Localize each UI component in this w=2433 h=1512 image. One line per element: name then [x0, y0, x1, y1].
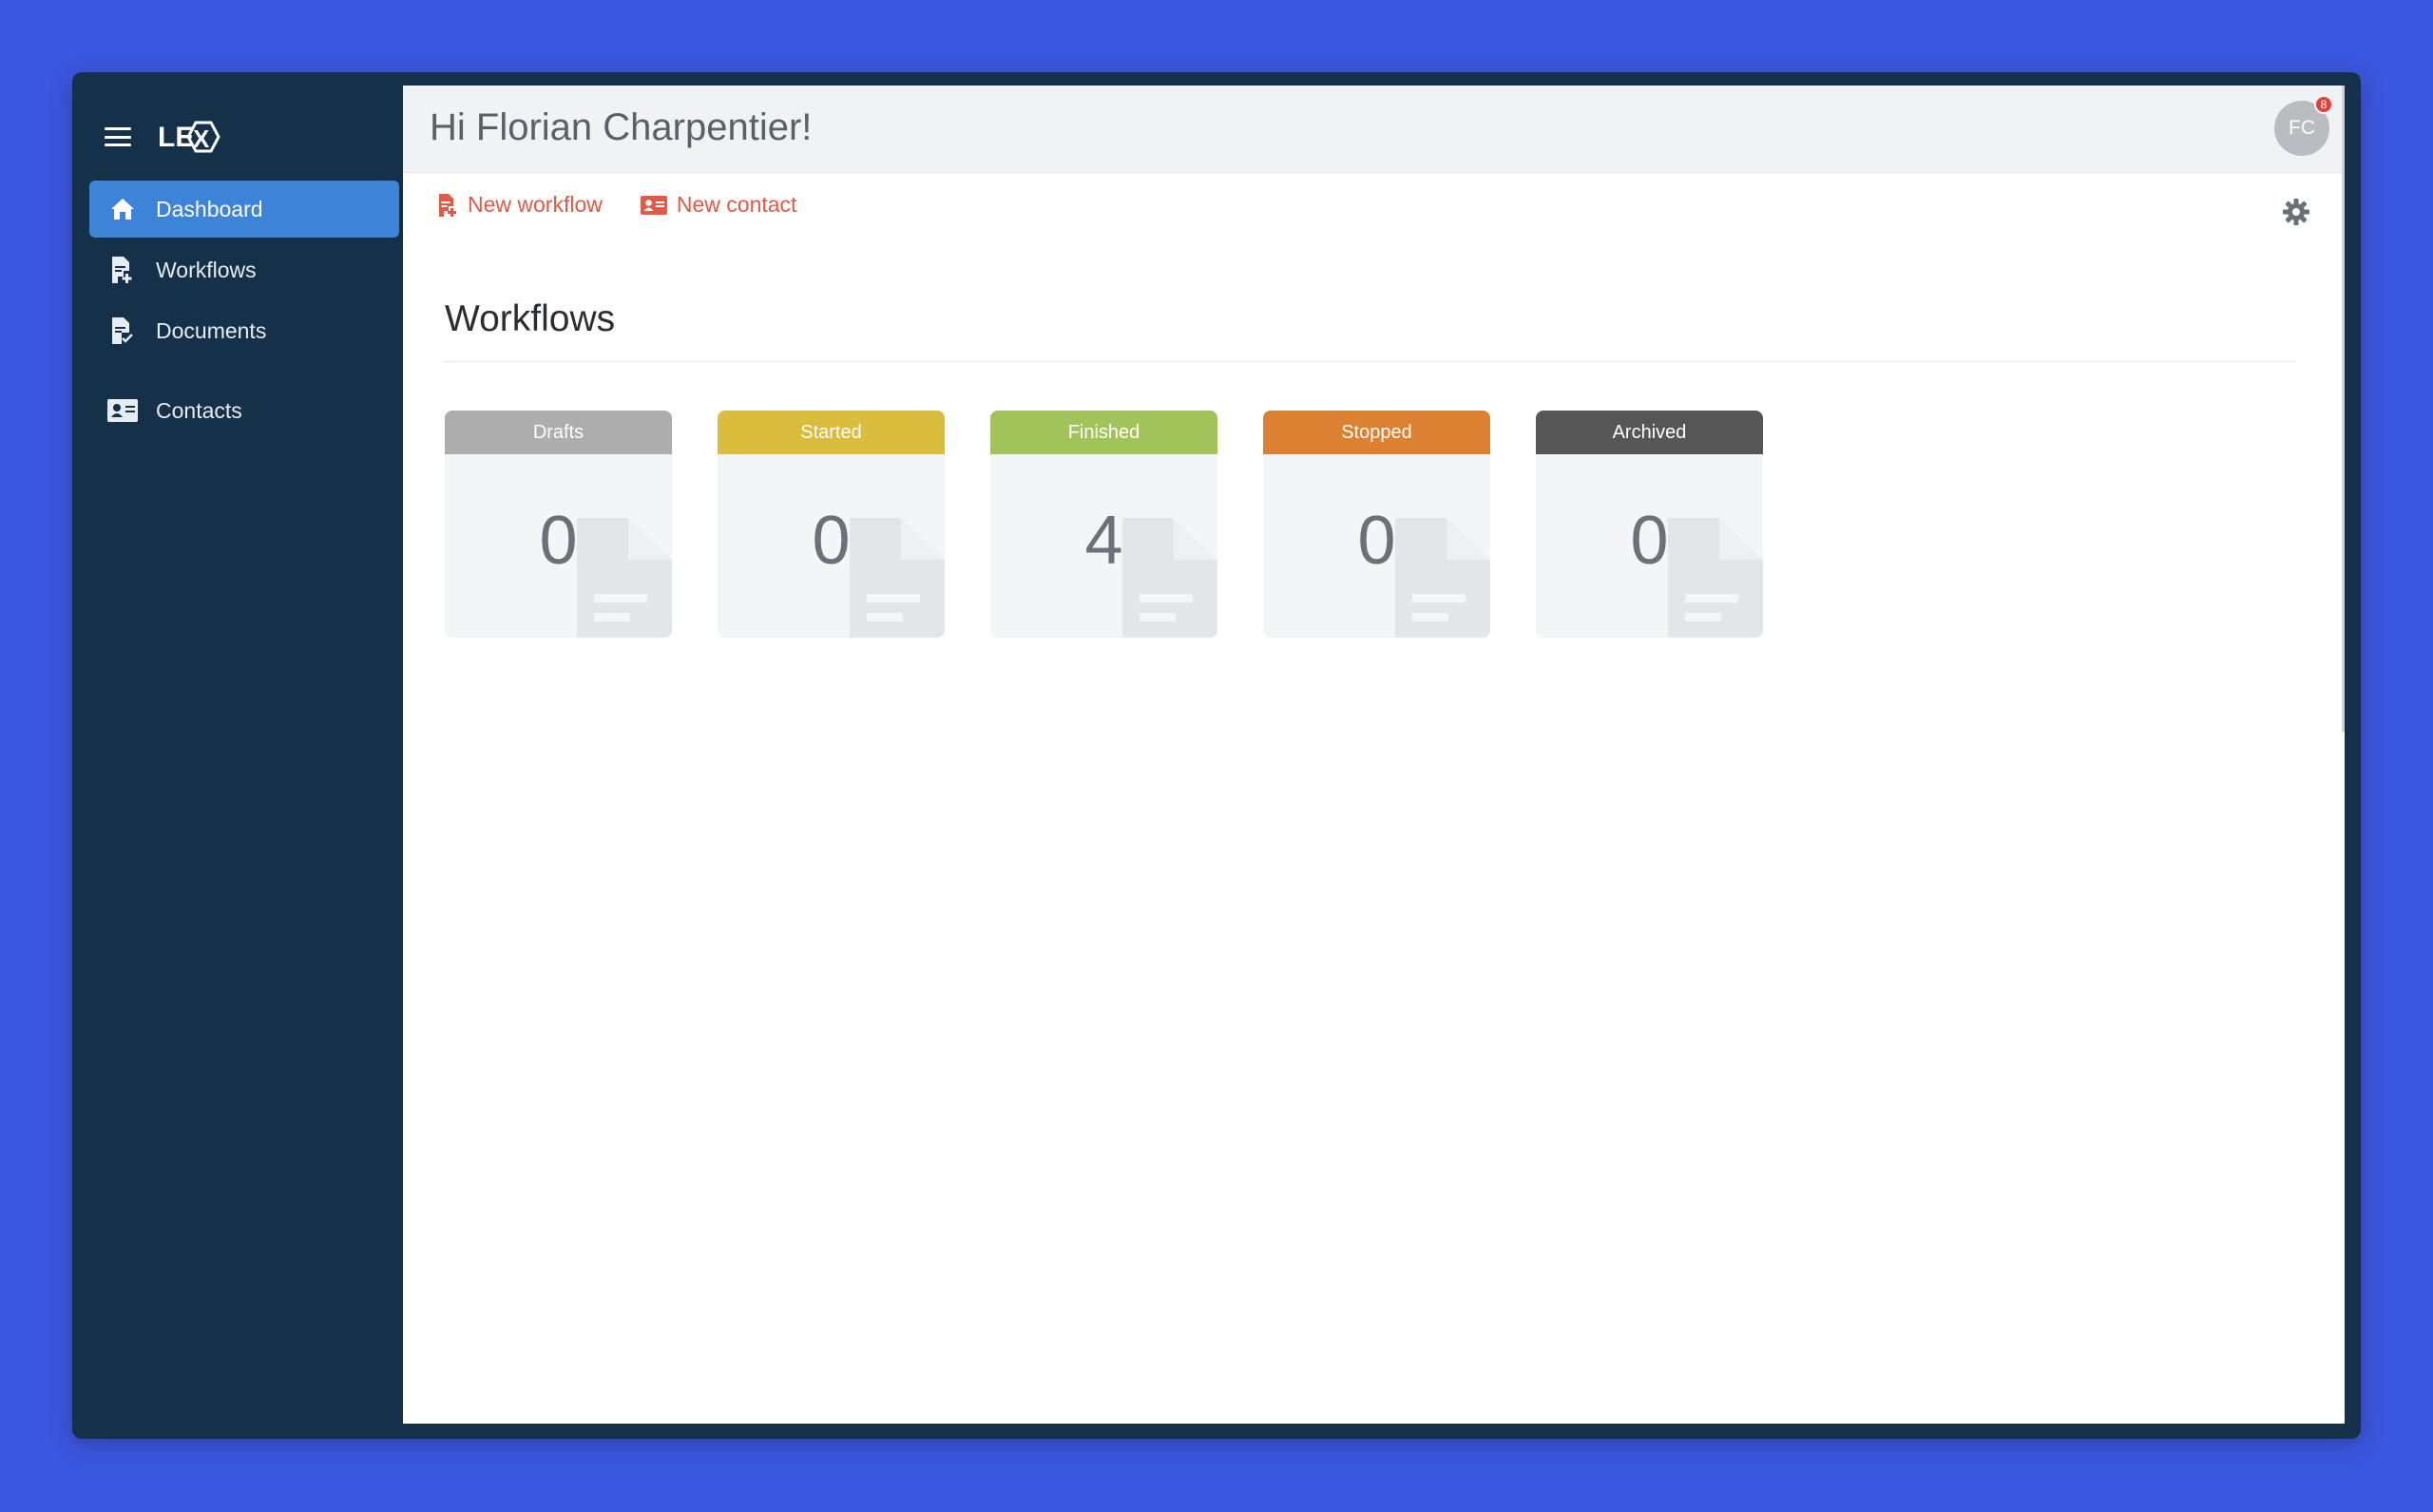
new-contact-label: New contact — [676, 192, 797, 217]
title-divider — [445, 361, 2296, 362]
card-archived[interactable]: Archived 0 — [1536, 411, 1763, 638]
card-header: Drafts — [445, 411, 672, 454]
card-header: Finished — [990, 411, 1217, 454]
card-count: 0 — [539, 503, 578, 579]
card-header: Stopped — [1263, 411, 1490, 454]
card-count: 0 — [812, 503, 851, 579]
quick-actions: New workflow New contact — [437, 192, 834, 218]
gear-icon — [2283, 199, 2309, 225]
card-drafts[interactable]: Drafts 0 — [445, 411, 672, 638]
main-content: Hi Florian Charpentier! FC 8 New workflo… — [403, 86, 2345, 1424]
sidebar: LE X Dashboard Workflows Documents Conta… — [72, 72, 403, 1439]
new-contact-button[interactable]: New contact — [640, 192, 797, 218]
workflow-status-cards: Drafts 0 Started 0 Finished 4 Stopped 0 … — [445, 411, 1809, 638]
settings-button[interactable] — [2282, 198, 2310, 231]
sidebar-item-label: Dashboard — [156, 196, 263, 221]
top-bar: Hi Florian Charpentier! FC 8 — [403, 86, 2345, 173]
card-header: Archived — [1536, 411, 1763, 454]
card-stopped[interactable]: Stopped 0 — [1263, 411, 1490, 638]
file-add-icon — [437, 193, 458, 218]
sidebar-header: LE X — [105, 110, 222, 163]
sidebar-item-label: Workflows — [156, 257, 257, 282]
sidebar-item-contacts[interactable]: Contacts — [89, 382, 399, 439]
card-count: 4 — [1084, 503, 1123, 579]
sidebar-item-workflows[interactable]: Workflows — [89, 241, 399, 298]
new-workflow-label: New workflow — [468, 192, 603, 217]
card-count: 0 — [1357, 503, 1396, 579]
svg-text:X: X — [193, 124, 210, 153]
contact-card-icon — [640, 195, 667, 216]
menu-toggle-icon[interactable] — [105, 127, 131, 146]
sidebar-item-label: Contacts — [156, 397, 242, 423]
card-count: 0 — [1630, 503, 1669, 579]
scrollbar[interactable] — [2342, 86, 2345, 732]
card-finished[interactable]: Finished 4 — [990, 411, 1217, 638]
file-check-icon — [89, 316, 148, 345]
greeting: Hi Florian Charpentier! — [430, 106, 813, 148]
sidebar-item-documents[interactable]: Documents — [89, 302, 399, 359]
app-window: LE X Dashboard Workflows Documents Conta… — [72, 72, 2361, 1439]
sidebar-item-label: Documents — [156, 317, 267, 343]
card-started[interactable]: Started 0 — [718, 411, 945, 638]
home-icon — [89, 198, 148, 220]
notification-badge: 8 — [2314, 95, 2333, 114]
card-header: Started — [718, 411, 945, 454]
sidebar-item-dashboard[interactable]: Dashboard — [89, 181, 399, 238]
sidebar-nav: Dashboard Workflows Documents Contacts — [89, 181, 399, 443]
avatar-initials: FC — [2289, 117, 2315, 139]
page-title: Workflows — [445, 298, 616, 339]
app-logo[interactable]: LE X — [158, 117, 222, 157]
new-workflow-button[interactable]: New workflow — [437, 192, 603, 218]
file-add-icon — [89, 256, 148, 284]
avatar[interactable]: FC 8 — [2274, 95, 2333, 156]
contact-card-icon — [89, 398, 148, 423]
